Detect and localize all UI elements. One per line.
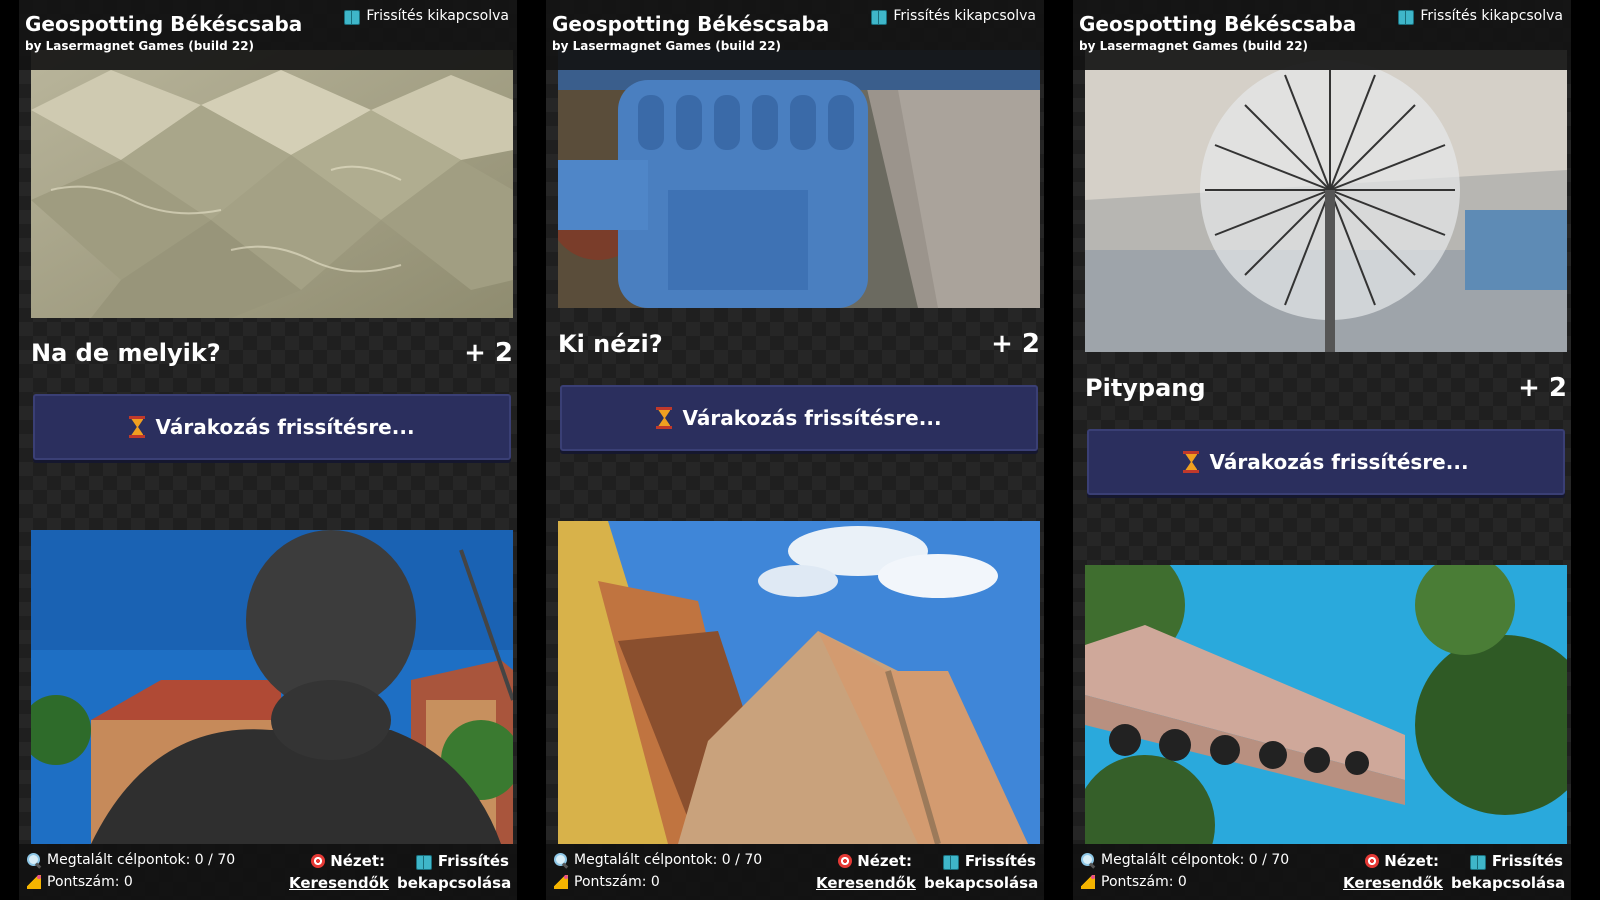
- magnifier-icon: [1081, 853, 1095, 867]
- magnifier-icon: [554, 853, 568, 867]
- card-points: + 2: [464, 338, 513, 368]
- score: Pontszám: 0: [1081, 874, 1187, 890]
- view-value-link[interactable]: Keresendők: [1343, 872, 1443, 894]
- view-toggle[interactable]: Nézet: Keresendők: [816, 850, 916, 894]
- enable-refresh-button[interactable]: Frissítés bekapcsolása: [924, 850, 1039, 894]
- refresh-line1: Frissítés: [1451, 850, 1563, 872]
- enable-refresh-button[interactable]: Frissítés bekapcsolása: [397, 850, 512, 894]
- app-title: Geospotting Békéscsaba: [552, 12, 830, 36]
- dandelion-fountain-photo[interactable]: [1085, 50, 1567, 352]
- top-bar: Geospotting Békéscsaba by Lasermagnet Ga…: [19, 0, 517, 70]
- view-line: Nézet:: [1365, 852, 1439, 870]
- hourglass-icon: [1183, 451, 1200, 473]
- waiting-button-label: Várakozás frissítésre...: [155, 415, 415, 439]
- score: Pontszám: 0: [554, 874, 660, 890]
- view-line: Nézet:: [838, 852, 912, 870]
- view-value-link[interactable]: Keresendők: [289, 872, 389, 894]
- hourglass-icon: [656, 407, 673, 429]
- magnifier-icon: [27, 853, 41, 867]
- party-icon: [27, 875, 41, 889]
- app-panel-2: Geospotting Békéscsaba by Lasermagnet Ga…: [546, 0, 1044, 900]
- view-label: Nézet:: [330, 852, 385, 870]
- found-targets-label: Megtalált célpontok: 0 / 70: [47, 852, 236, 868]
- refresh-line1: Frissítés: [397, 850, 509, 872]
- card-header: Pitypang + 2: [1085, 373, 1567, 403]
- top-bar: Geospotting Békéscsaba by Lasermagnet Ga…: [1073, 0, 1571, 70]
- found-targets: Megtalált célpontok: 0 / 70: [1081, 852, 1289, 868]
- book-icon: [415, 854, 432, 870]
- party-icon: [554, 875, 568, 889]
- app-subtitle: by Lasermagnet Games (build 22): [552, 39, 782, 53]
- tiled-fountain-water-photo[interactable]: [31, 50, 513, 318]
- refresh-status-label: Frissítés kikapcsolva: [893, 8, 1036, 24]
- score-label: Pontszám: 0: [1101, 874, 1187, 890]
- found-targets: Megtalált célpontok: 0 / 70: [27, 852, 235, 868]
- enable-refresh-button[interactable]: Frissítés bekapcsolása: [1451, 850, 1566, 894]
- view-label: Nézet:: [1384, 852, 1439, 870]
- score-label: Pontszám: 0: [574, 874, 660, 890]
- refresh-line2-label: bekapcsolása: [924, 874, 1039, 892]
- bell-tower-photo[interactable]: [1085, 565, 1567, 844]
- card-header: Na de melyik? + 2: [31, 338, 513, 368]
- party-icon: [1081, 875, 1095, 889]
- refresh-status: Frissítés kikapcsolva: [1398, 8, 1563, 25]
- refresh-line2-label: bekapcsolása: [397, 874, 512, 892]
- bottom-bar: Megtalált célpontok: 0 / 70 Pontszám: 0 …: [1073, 844, 1571, 900]
- blue-water-pump-photo[interactable]: [558, 50, 1040, 308]
- bottom-bar: Megtalált célpontok: 0 / 70 Pontszám: 0 …: [19, 844, 517, 900]
- card-header: Ki nézi? + 2: [558, 329, 1040, 359]
- bronze-bust-statue-photo[interactable]: [31, 530, 513, 844]
- refresh-line2-label: bekapcsolása: [1451, 874, 1566, 892]
- refresh-status-label: Frissítés kikapcsolva: [1420, 8, 1563, 24]
- app-title: Geospotting Békéscsaba: [1079, 12, 1357, 36]
- app-subtitle: by Lasermagnet Games (build 22): [25, 39, 255, 53]
- refresh-line1-label: Frissítés: [1491, 852, 1563, 870]
- book-icon: [344, 9, 361, 25]
- card-points: + 2: [1518, 373, 1567, 403]
- waiting-button-label: Várakozás frissítésre...: [682, 406, 942, 430]
- app-panel-3: Geospotting Békéscsaba by Lasermagnet Ga…: [1073, 0, 1571, 900]
- view-toggle[interactable]: Nézet: Keresendők: [289, 850, 389, 894]
- refresh-line1-label: Frissítés: [437, 852, 509, 870]
- book-icon: [942, 854, 959, 870]
- waiting-button-label: Várakozás frissítésre...: [1209, 450, 1469, 474]
- target-icon: [838, 854, 853, 868]
- waiting-for-refresh-button[interactable]: Várakozás frissítésre...: [33, 394, 511, 460]
- bottom-bar: Megtalált célpontok: 0 / 70 Pontszám: 0 …: [546, 844, 1044, 900]
- view-toggle[interactable]: Nézet: Keresendők: [1343, 850, 1443, 894]
- hourglass-icon: [129, 416, 146, 438]
- score-label: Pontszám: 0: [47, 874, 133, 890]
- target-icon: [311, 854, 326, 868]
- apartment-building-sky-photo[interactable]: [558, 521, 1040, 844]
- book-icon: [1469, 854, 1486, 870]
- score: Pontszám: 0: [27, 874, 133, 890]
- card-title: Pitypang: [1085, 374, 1206, 402]
- refresh-line1: Frissítés: [924, 850, 1036, 872]
- waiting-for-refresh-button[interactable]: Várakozás frissítésre...: [560, 385, 1038, 451]
- refresh-status-label: Frissítés kikapcsolva: [366, 8, 509, 24]
- view-value-link[interactable]: Keresendők: [816, 872, 916, 894]
- app-panel-1: Geospotting Békéscsaba by Lasermagnet Ga…: [19, 0, 517, 900]
- found-targets-label: Megtalált célpontok: 0 / 70: [1101, 852, 1290, 868]
- app-title: Geospotting Békéscsaba: [25, 12, 303, 36]
- waiting-for-refresh-button[interactable]: Várakozás frissítésre...: [1087, 429, 1565, 495]
- app-subtitle: by Lasermagnet Games (build 22): [1079, 39, 1309, 53]
- refresh-status: Frissítés kikapcsolva: [871, 8, 1036, 25]
- top-bar: Geospotting Békéscsaba by Lasermagnet Ga…: [546, 0, 1044, 70]
- refresh-line1-label: Frissítés: [964, 852, 1036, 870]
- card-title: Ki nézi?: [558, 330, 663, 358]
- target-icon: [1365, 854, 1380, 868]
- card-title: Na de melyik?: [31, 339, 221, 367]
- card-points: + 2: [991, 329, 1040, 359]
- book-icon: [871, 9, 888, 25]
- found-targets: Megtalált célpontok: 0 / 70: [554, 852, 762, 868]
- book-icon: [1398, 9, 1415, 25]
- found-targets-label: Megtalált célpontok: 0 / 70: [574, 852, 763, 868]
- view-line: Nézet:: [311, 852, 385, 870]
- view-label: Nézet:: [857, 852, 912, 870]
- refresh-status: Frissítés kikapcsolva: [344, 8, 509, 25]
